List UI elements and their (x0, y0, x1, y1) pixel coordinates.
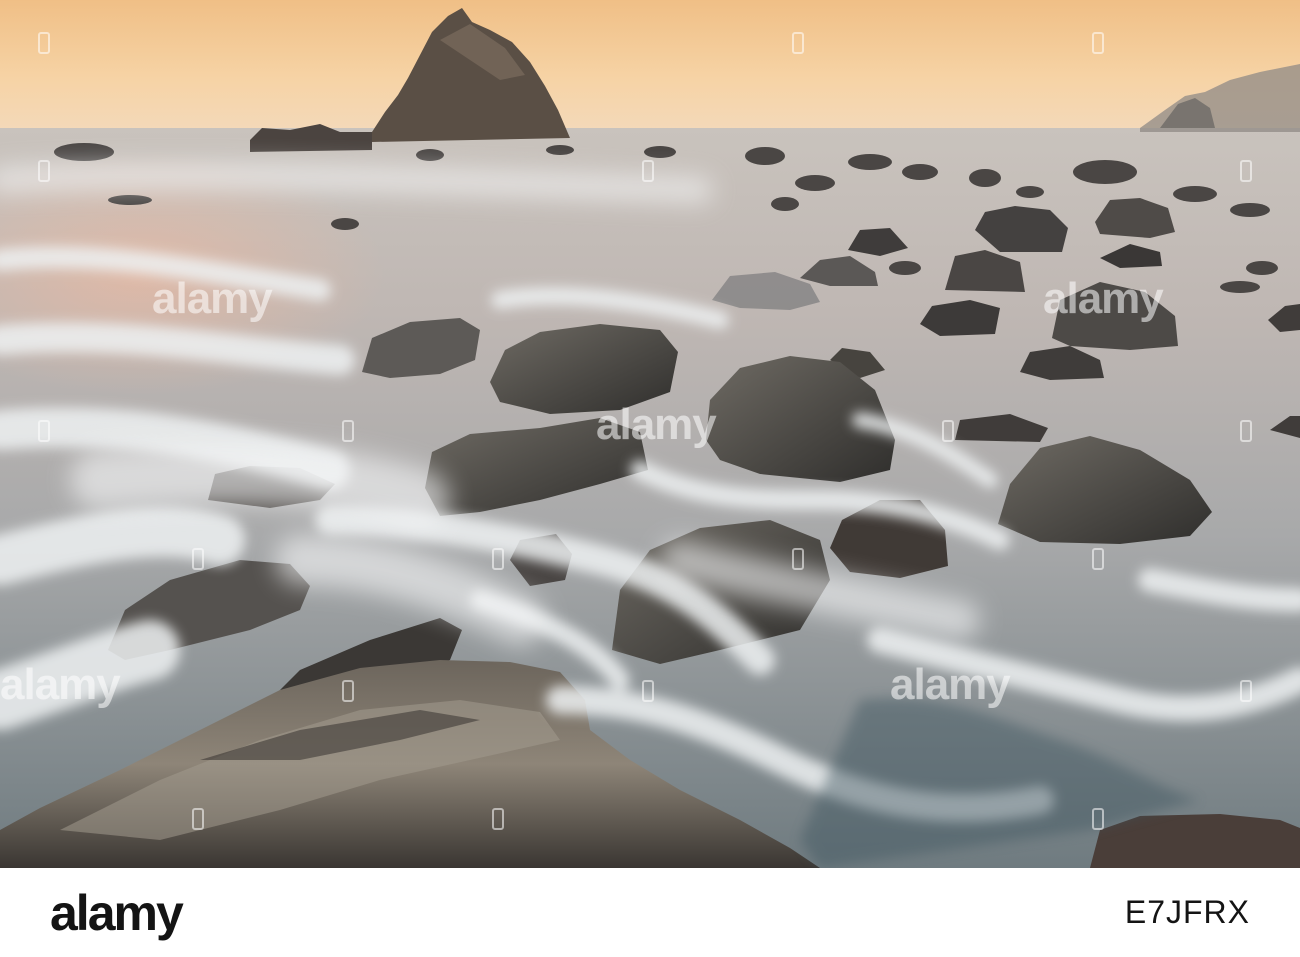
watermark-mark (38, 420, 50, 442)
watermark: alamy (890, 660, 1011, 709)
watermark-mark (342, 680, 354, 702)
watermark-mark (642, 160, 654, 182)
watermark-mark (792, 548, 804, 570)
watermark-mark (192, 808, 204, 830)
watermark-mark (492, 548, 504, 570)
watermark: alamy (596, 400, 717, 449)
watermark-mark (38, 160, 50, 182)
watermark-mark (942, 420, 954, 442)
watermark-mark (1092, 808, 1104, 830)
watermark-mark (1092, 548, 1104, 570)
watermark-mark (1240, 420, 1252, 442)
watermark-mark (342, 420, 354, 442)
watermark-mark (192, 548, 204, 570)
watermark-mark (492, 808, 504, 830)
watermark: alamy (1043, 274, 1164, 323)
watermark-mark (642, 680, 654, 702)
watermark: alamy (0, 660, 121, 709)
footer-bar: alamy E7JFRX (0, 868, 1300, 957)
watermark-mark (1240, 160, 1252, 182)
watermark-mark (792, 32, 804, 54)
watermark-mark (1240, 680, 1252, 702)
watermark-mark (38, 32, 50, 54)
watermark-mark (1092, 32, 1104, 54)
image-id: E7JFRX (1124, 894, 1250, 930)
sky (0, 0, 1300, 130)
footer-logo: alamy (50, 885, 184, 941)
watermark: alamy (152, 274, 273, 323)
